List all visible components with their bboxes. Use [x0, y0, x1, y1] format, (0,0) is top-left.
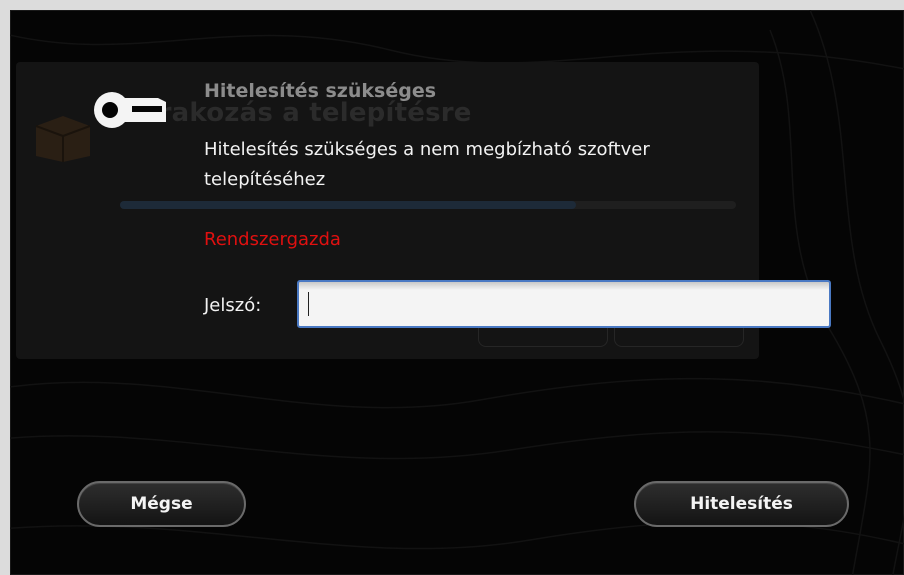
- user-name: Rendszergazda: [204, 229, 341, 250]
- key-icon: [94, 92, 166, 128]
- dialog-message: Hitelesítés szükséges a nem megbízható s…: [204, 139, 650, 190]
- background-progress-fill: [120, 201, 576, 209]
- password-label: Jelszó:: [204, 295, 262, 316]
- authenticate-button[interactable]: Hitelesítés: [634, 481, 849, 527]
- dialog-title: Hitelesítés szükséges: [204, 80, 437, 102]
- password-input[interactable]: [297, 280, 831, 328]
- background-window-title: Várakozás a telepítésre: [122, 98, 472, 128]
- cancel-button[interactable]: Mégse: [77, 481, 246, 527]
- text-caret: [308, 292, 309, 316]
- screen: Várakozás a telepítésre Hitelesítés szük…: [0, 0, 904, 575]
- authentication-dialog: Várakozás a telepítésre Hitelesítés szük…: [10, 10, 904, 575]
- background-progress-bar: [120, 201, 736, 209]
- package-icon: [35, 116, 91, 162]
